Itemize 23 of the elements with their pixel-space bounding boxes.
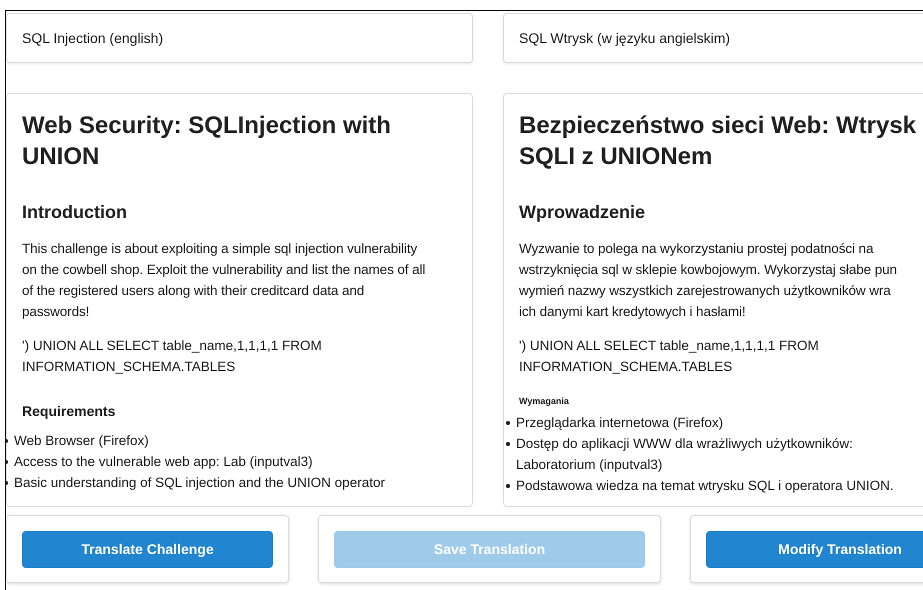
intro-paragraph: This challenge is about exploiting a simple sql injection vulnerability on the cowbell shop. Exploit the vulnerability and list the names of all of the registered users along with their creditcard data and passwords!	[22, 240, 426, 321]
section-heading: Introduction	[22, 201, 128, 224]
challenge-title: Web Security: SQLInjection with UNION	[22, 111, 392, 172]
challenge-title: Bezpieczeństwo sieci Web: Wtrysk SQLI z UNIONem	[519, 111, 918, 172]
language-label-card: SQL Wtrysk (w języku angielskim)	[503, 13, 923, 63]
bullet-icon	[506, 420, 510, 424]
requirement-item: Access to the vulnerable web app: Lab (inputval3)	[14, 453, 313, 471]
language-label-card: SQL Injection (english)	[6, 13, 473, 63]
requirement-item: Web Browser (Firefox)	[14, 432, 149, 450]
intro-paragraph: Wyzwanie to polega na wykorzystaniu prostej podatności na wstrzyknięcia sql w sklepie kowbojowym. Wykorzystaj słabe pun wymień nazwy wszystkich zarejestrowanych użytkowników wra ich danymi kart kredytowych i hasłami!	[519, 240, 898, 321]
query-paragraph: ') UNION ALL SELECT table_name,1,1,1,1 FROM INFORMATION_SCHEMA.TABLES	[519, 337, 820, 376]
requirement-item: Basic understanding of SQL injection and the UNION operator	[14, 474, 385, 492]
section-heading: Requirements	[22, 402, 116, 421]
section-heading: Wymagania	[519, 395, 570, 408]
bullet-icon	[506, 442, 510, 446]
requirement-item: Dostęp do aplikacji WWW dla wrażliwych użytkowników: Laboratorium (inputval3)	[516, 434, 853, 474]
requirement-item: Podstawowa wiedza na temat wtrysku SQL i operatora UNION.	[516, 476, 894, 495]
requirement-item: Przeglądarka internetowa (Firefox)	[516, 414, 724, 432]
action-button[interactable]: Modify Translation	[706, 530, 923, 568]
section-heading: Wprowadzenie	[519, 201, 646, 224]
query-paragraph: ') UNION ALL SELECT table_name,1,1,1,1 FROM INFORMATION_SCHEMA.TABLES	[22, 337, 323, 376]
action-button[interactable]: Translate Challenge	[22, 530, 273, 568]
bullet-icon	[506, 484, 510, 488]
